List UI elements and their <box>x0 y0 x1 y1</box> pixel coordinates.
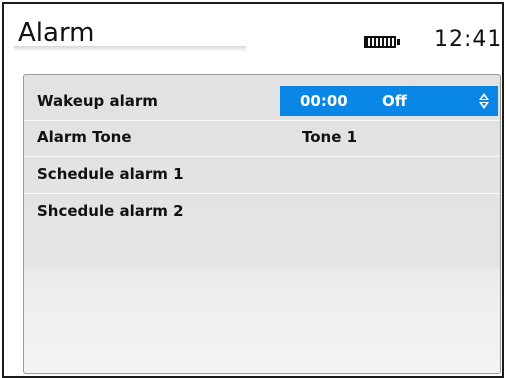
alarm-tone-value: Tone 1 <box>302 128 358 146</box>
setting-row-alarm-tone[interactable]: Alarm Tone Tone 1 <box>24 118 500 156</box>
status-clock: 12:41 <box>434 27 503 52</box>
wakeup-alarm-time: 00:00 <box>300 92 348 110</box>
setting-label: Wakeup alarm <box>37 92 158 110</box>
setting-label: Schedule alarm 1 <box>37 165 184 183</box>
setting-label: Alarm Tone <box>37 128 132 146</box>
up-down-arrows-icon[interactable] <box>478 92 490 110</box>
battery-tip <box>397 39 400 45</box>
title-bar: Alarm 12:41 <box>4 4 502 66</box>
title-underline <box>14 46 246 52</box>
device-screen: Alarm 12:41 Wakeup alarm 00:00 Off Alarm… <box>2 2 504 378</box>
wakeup-alarm-state: Off <box>382 92 407 110</box>
page-title: Alarm <box>18 18 95 48</box>
battery-full-icon <box>364 36 396 48</box>
alarm-settings-list: Wakeup alarm 00:00 Off Alarm Tone Tone 1… <box>23 74 501 374</box>
setting-row-schedule-alarm-1[interactable]: Schedule alarm 1 <box>24 155 500 193</box>
wakeup-alarm-spinner[interactable]: 00:00 Off <box>280 86 498 116</box>
setting-label: Shcedule alarm 2 <box>37 202 184 220</box>
setting-row-schedule-alarm-2[interactable]: Shcedule alarm 2 <box>24 192 500 230</box>
